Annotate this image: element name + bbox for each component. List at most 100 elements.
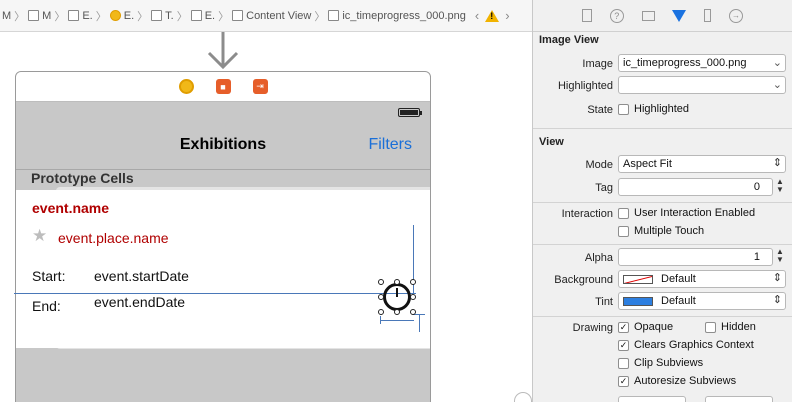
tint-color-select[interactable]: Default ⇕ [618, 292, 786, 310]
end-label[interactable]: End: [32, 298, 61, 314]
checkbox-icon[interactable] [618, 225, 629, 237]
star-icon[interactable]: ★ [32, 226, 47, 246]
chevron-down-icon[interactable]: ⌄ [773, 78, 782, 91]
alpha-value: 1 [753, 251, 760, 263]
tag-label: Tag [595, 182, 613, 194]
crumb-5[interactable]: T. 〉 [151, 8, 188, 24]
start-date-label[interactable]: event.startDate [94, 268, 189, 284]
resize-handle[interactable] [378, 294, 384, 300]
table-icon [151, 10, 163, 21]
alpha-label: Alpha [584, 252, 613, 264]
help-icon[interactable]: ? [609, 8, 624, 23]
connections-inspector-icon[interactable]: → [729, 8, 744, 23]
chevron-right-icon[interactable]: › [505, 8, 509, 23]
stretching-x-field[interactable] [618, 396, 686, 402]
section-divider [533, 244, 792, 245]
attributes-inspector-icon[interactable] [672, 9, 687, 22]
hidden-checkbox[interactable]: Hidden [705, 321, 756, 333]
checkmark-icon[interactable]: ✓ [618, 321, 629, 333]
multiple-touch-checkbox[interactable]: Multiple Touch [618, 225, 704, 237]
checkbox-label: Clip Subviews [634, 357, 704, 369]
scroll-knob[interactable] [514, 392, 532, 402]
crumb-3[interactable]: E. 〉 [68, 8, 107, 24]
tint-value: Default [661, 295, 696, 307]
chevron-down-icon[interactable]: ⌄ [773, 56, 782, 69]
image-icon [328, 10, 340, 21]
event-name-label[interactable]: event.name [32, 200, 109, 216]
checkbox-icon[interactable] [618, 207, 629, 219]
file-inspector-icon[interactable] [581, 9, 592, 22]
section-divider [533, 316, 792, 317]
user-interaction-checkbox[interactable]: User Interaction Enabled [618, 207, 755, 219]
background-value: Default [661, 273, 696, 285]
checkmark-icon[interactable]: ✓ [618, 375, 629, 387]
tag-field[interactable]: 0 [618, 178, 773, 196]
crumb-label: T. [165, 9, 174, 22]
end-date-label[interactable]: event.endDate [94, 294, 185, 310]
crumb-7[interactable]: Content View 〉 [232, 8, 325, 24]
image-combo[interactable]: ic_timeprogress_000.png ⌄ [618, 54, 786, 72]
crumb-6[interactable]: E. 〉 [190, 8, 229, 24]
crumb-label: E. [82, 9, 93, 22]
tag-stepper[interactable]: ▲ ▼ [774, 178, 786, 196]
navigation-bar[interactable]: Exhibitions Filters [16, 114, 430, 170]
prototype-cells-label: Prototype Cells [31, 170, 134, 186]
checkmark-icon[interactable]: ✓ [618, 339, 629, 351]
crumb-8[interactable]: ic_timeprogress_000.png [328, 10, 466, 22]
event-place-label[interactable]: event.place.name [58, 230, 169, 246]
image-label: Image [582, 58, 613, 70]
selected-image-view[interactable] [378, 279, 416, 315]
resize-handle[interactable] [378, 309, 384, 315]
section-divider [533, 128, 792, 129]
crumb-1[interactable]: M 〉 [2, 8, 25, 24]
crumb-4[interactable]: E. 〉 [109, 8, 149, 24]
updown-icon: ⇕ [772, 157, 782, 169]
checkbox-icon[interactable] [618, 103, 629, 115]
resize-handle[interactable] [410, 309, 416, 315]
prototype-cell[interactable]: event.name ★ event.place.name Start: eve… [16, 190, 430, 348]
checkbox-icon[interactable] [705, 321, 716, 333]
checkbox-icon[interactable] [618, 357, 629, 369]
stretching-y-field[interactable] [705, 396, 773, 402]
resize-handle[interactable] [378, 279, 384, 285]
chevron-left-icon[interactable]: ‹ [475, 8, 479, 23]
tint-label: Tint [595, 296, 613, 308]
attributes-inspector: ? → Image View Image ic_timeprogress_000… [532, 0, 792, 402]
resize-handle[interactable] [410, 279, 416, 285]
alpha-field[interactable]: 1 [618, 248, 773, 266]
chevron-right-icon: 〉 [137, 10, 149, 23]
exit-icon[interactable]: ⇥ [252, 79, 268, 94]
resize-handle[interactable] [394, 279, 400, 285]
chevron-right-icon: 〉 [54, 10, 66, 23]
opaque-checkbox[interactable]: ✓ Opaque [618, 321, 673, 333]
checkbox-label: Autoresize Subviews [634, 375, 737, 387]
updown-icon: ⇕ [772, 294, 782, 306]
crumb-label: M [42, 9, 52, 22]
crumb-label: E. [123, 9, 135, 22]
first-responder-icon[interactable]: ■ [215, 79, 231, 94]
crumb-label: Content View [246, 9, 312, 22]
background-color-select[interactable]: Default ⇕ [618, 270, 786, 288]
resize-handle[interactable] [410, 294, 416, 300]
resize-handle[interactable] [394, 309, 400, 315]
scene-dock: ■ ⇥ [16, 72, 430, 102]
view-controller-icon[interactable] [178, 79, 194, 94]
identity-inspector-icon[interactable] [641, 10, 655, 21]
interaction-label: Interaction [561, 208, 613, 220]
alpha-stepper[interactable]: ▲ ▼ [774, 248, 786, 266]
crumb-2[interactable]: M 〉 [28, 8, 65, 24]
crumb-label: M [2, 9, 12, 22]
autoresize-subviews-checkbox[interactable]: ✓ Autoresize Subviews [618, 375, 736, 387]
crumb-label: E. [204, 9, 216, 22]
inspector-tabs: ? → [533, 0, 792, 32]
clip-subviews-checkbox[interactable]: Clip Subviews [618, 357, 703, 369]
warning-icon[interactable] [485, 9, 500, 22]
state-highlighted-checkbox[interactable]: Highlighted [618, 103, 689, 115]
start-label[interactable]: Start: [32, 268, 65, 284]
clears-graphics-checkbox[interactable]: ✓ Clears Graphics Context [618, 339, 754, 351]
highlighted-combo[interactable]: ⌄ [618, 76, 786, 94]
size-inspector-icon[interactable] [704, 9, 712, 22]
mode-select[interactable]: Aspect Fit ⇕ [618, 155, 786, 173]
view-controller-scene[interactable]: ■ ⇥ Exhibitions Filters Prototype Cells … [15, 71, 431, 402]
filters-button[interactable]: Filters [368, 136, 412, 154]
